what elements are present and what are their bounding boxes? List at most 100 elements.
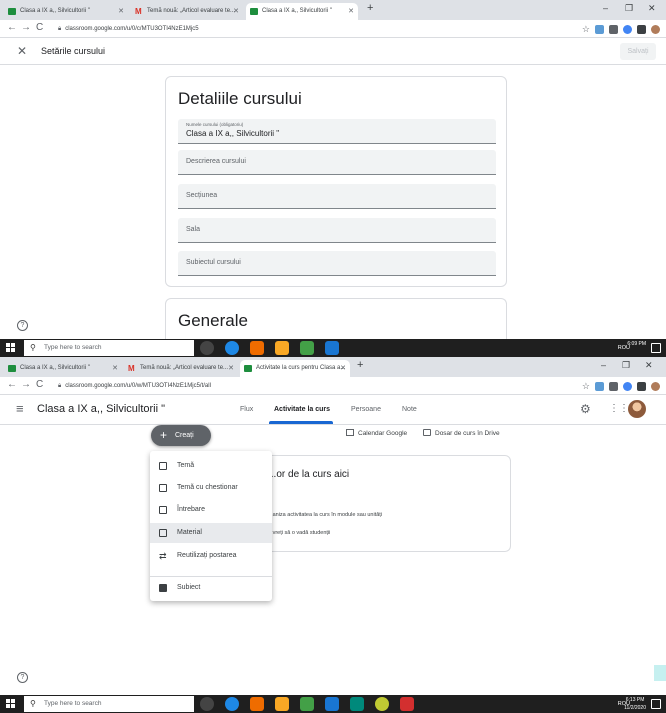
save-button[interactable]: Salvați xyxy=(620,43,656,60)
gear-icon[interactable]: ⚙ xyxy=(580,402,591,416)
puzzle-icon[interactable] xyxy=(637,381,646,391)
search-icon: ⚲ xyxy=(30,699,36,708)
browser-tab-active[interactable]: Clasa a IX a,, Silvicultorii " ✕ xyxy=(246,3,358,20)
browser-tab[interactable]: Clasa a IX a,, Silvicultorii " ✕ xyxy=(4,3,128,20)
bookmark-star-icon[interactable]: ☆ xyxy=(582,24,590,35)
profile-icon[interactable] xyxy=(651,381,660,391)
tab-classwork[interactable]: Activitate la curs xyxy=(274,406,330,413)
browser-tab-bar: Clasa a IX a,, Silvicultorii " ✕ M Temă … xyxy=(0,357,666,377)
help-icon[interactable]: ? xyxy=(17,672,28,683)
taskbar-search-input[interactable]: ⚲ Type here to search xyxy=(24,340,194,356)
clock[interactable]: 6:13 PM 11/2/2020 xyxy=(624,696,646,712)
cortana-icon[interactable] xyxy=(200,341,214,355)
create-button[interactable]: + Creați xyxy=(151,425,211,446)
back-icon[interactable]: ← xyxy=(7,379,17,390)
menu-icon[interactable]: ≡ xyxy=(16,401,24,416)
course-description-field[interactable]: Descrierea cursului xyxy=(178,150,496,175)
section-field[interactable]: Secțiunea xyxy=(178,184,496,209)
close-tab-icon[interactable]: ✕ xyxy=(112,360,118,377)
maximize-icon[interactable]: ❐ xyxy=(625,3,633,14)
settings-header: ✕ Setările cursului Salvați xyxy=(0,38,666,65)
back-icon[interactable]: ← xyxy=(7,22,17,33)
menu-item-question[interactable]: Întrebare xyxy=(150,500,272,520)
bookmark-star-icon[interactable]: ☆ xyxy=(582,381,590,392)
drive-folder-link[interactable]: Dosar de curs în Drive xyxy=(423,429,500,437)
edge-icon[interactable] xyxy=(225,341,239,355)
tab-people[interactable]: Persoane xyxy=(351,406,381,413)
app-icon[interactable] xyxy=(250,697,264,711)
mail-icon[interactable] xyxy=(325,697,339,711)
acrobat-icon[interactable] xyxy=(400,697,414,711)
browser-tab[interactable]: Clasa a IX a,, Silvicultorii " ✕ xyxy=(4,360,122,377)
puzzle-icon[interactable] xyxy=(637,24,646,34)
maximize-icon[interactable]: ❐ xyxy=(622,360,630,371)
classwork-empty-card: ...or de la curs aici ...aniza activitat… xyxy=(240,455,511,552)
close-tab-icon[interactable]: ✕ xyxy=(233,3,239,20)
minimize-icon[interactable]: – xyxy=(601,360,606,370)
calendar-link[interactable]: Calendar Google xyxy=(346,429,407,437)
menu-item-assignment[interactable]: Temă xyxy=(150,456,272,476)
file-explorer-icon[interactable] xyxy=(275,697,289,711)
edge-icon[interactable] xyxy=(225,697,239,711)
minimize-icon[interactable]: – xyxy=(603,3,608,13)
extension-icon[interactable] xyxy=(609,24,618,34)
tab-stream[interactable]: Flux xyxy=(240,406,253,413)
close-window-icon[interactable]: ✕ xyxy=(645,360,653,371)
close-tab-icon[interactable]: ✕ xyxy=(348,3,354,20)
forward-icon[interactable]: → xyxy=(21,379,31,390)
card-heading: ...or de la curs aici xyxy=(268,469,350,480)
menu-item-topic[interactable]: Subiect xyxy=(150,578,272,598)
room-field[interactable]: Sala xyxy=(178,218,496,243)
browser-tab-active[interactable]: Activitate la curs pentru Clasa a... ✕ xyxy=(240,360,350,377)
taskbar-search-input[interactable]: ⚲ Type here to search xyxy=(24,696,194,712)
new-tab-icon[interactable]: + xyxy=(367,2,373,14)
close-tab-icon[interactable]: ✕ xyxy=(118,3,124,20)
quiz-assignment-icon xyxy=(159,484,167,492)
new-tab-icon[interactable]: + xyxy=(357,359,363,371)
close-tab-icon[interactable]: ✕ xyxy=(228,360,234,377)
reload-icon[interactable]: C xyxy=(36,379,43,390)
help-icon[interactable]: ? xyxy=(17,320,28,331)
folder-icon xyxy=(423,429,431,436)
url-input[interactable]: 🔒︎ classroom.google.com/u/0/c/MTU3OTI4NzE… xyxy=(58,23,548,35)
taskbar-apps xyxy=(200,341,339,355)
class-title[interactable]: Clasa a IX a,, Silvicultorii " xyxy=(37,403,165,415)
close-icon[interactable]: ✕ xyxy=(17,44,27,58)
cortana-icon[interactable] xyxy=(200,697,214,711)
app-icon[interactable] xyxy=(250,341,264,355)
url-input[interactable]: 🔒︎ classroom.google.com/u/0/w/MTU3OTI4NzE… xyxy=(58,380,548,392)
windows-start-icon[interactable] xyxy=(6,699,16,709)
subject-field[interactable]: Subiectul cursului xyxy=(178,251,496,276)
clock[interactable]: 6:09 PM xyxy=(627,340,646,348)
tab-grades[interactable]: Note xyxy=(402,406,417,413)
notification-icon[interactable] xyxy=(651,343,661,353)
extension-icon[interactable] xyxy=(623,381,632,391)
forward-icon[interactable]: → xyxy=(21,22,31,33)
extension-icon[interactable] xyxy=(623,24,632,34)
browser-tab[interactable]: M Temă nouă: „Articol evaluare te... ✕ xyxy=(131,3,243,20)
windows-start-icon[interactable] xyxy=(6,343,16,353)
app-icon[interactable] xyxy=(375,697,389,711)
app-icon[interactable] xyxy=(300,697,314,711)
browser-tab[interactable]: M Temă nouă: „Articol evaluare te... ✕ xyxy=(124,360,238,377)
avatar[interactable] xyxy=(628,400,646,418)
app-icon[interactable] xyxy=(350,697,364,711)
extension-icon[interactable] xyxy=(595,24,604,34)
close-window-icon[interactable]: ✕ xyxy=(648,3,656,14)
course-details-card: Detaliile cursului Numele cursului (obli… xyxy=(165,76,507,287)
extension-icon[interactable] xyxy=(609,381,618,391)
menu-item-quiz-assignment[interactable]: Temă cu chestionar xyxy=(150,478,272,498)
course-name-field[interactable]: Numele cursului (obligatoriu) Clasa a IX… xyxy=(178,119,496,144)
menu-item-reuse-post[interactable]: ⇄ Reutilizați postarea xyxy=(150,546,272,566)
file-explorer-icon[interactable] xyxy=(275,341,289,355)
menu-item-material[interactable]: Material xyxy=(150,523,272,543)
extension-icon[interactable] xyxy=(595,381,604,391)
close-tab-icon[interactable]: ✕ xyxy=(340,360,346,377)
app-icon[interactable] xyxy=(300,341,314,355)
mail-icon[interactable] xyxy=(325,341,339,355)
reload-icon[interactable]: C xyxy=(36,22,43,33)
profile-icon[interactable] xyxy=(651,24,660,34)
notification-icon[interactable] xyxy=(651,699,661,709)
extensions: ☆ xyxy=(582,380,660,392)
search-icon: ⚲ xyxy=(30,343,36,352)
